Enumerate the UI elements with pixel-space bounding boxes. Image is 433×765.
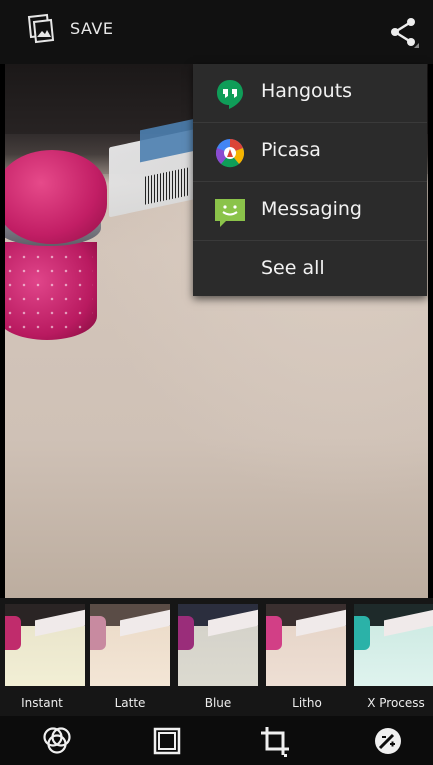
- photo-frame-icon: [27, 13, 55, 44]
- auto-fix-icon: [375, 728, 401, 754]
- border-frame-icon: [153, 727, 181, 755]
- filter-label: X Process: [367, 696, 425, 710]
- messaging-icon: [215, 199, 245, 227]
- menu-item-label: See all: [261, 257, 325, 279]
- filter-thumb-litho[interactable]: [266, 604, 346, 686]
- filters-tool-button[interactable]: [40, 724, 74, 758]
- top-action-bar: SAVE: [0, 0, 433, 64]
- crop-icon: [261, 727, 289, 757]
- filter-thumb-latte[interactable]: [90, 604, 170, 686]
- filter-label: Blue: [204, 696, 232, 710]
- filter-label: Latte: [114, 696, 146, 710]
- border-tool-button[interactable]: [150, 724, 184, 758]
- filter-label: Instant: [21, 696, 63, 710]
- filter-strip: Instant Latte Blue Litho X Process: [0, 598, 433, 716]
- share-menu: Hangouts Picasa Messaging See all: [193, 64, 427, 296]
- filter-thumb-x-process[interactable]: [354, 604, 433, 686]
- tin-pattern: [5, 250, 93, 330]
- menu-item-label: Hangouts: [261, 80, 353, 102]
- picasa-icon: [215, 139, 245, 168]
- filter-thumb-blue[interactable]: [178, 604, 258, 686]
- menu-item-label: Messaging: [261, 198, 362, 220]
- menu-item-label: Picasa: [261, 139, 321, 161]
- share-icon[interactable]: [387, 16, 419, 48]
- photo-pink-tin: [5, 150, 109, 346]
- filter-thumb-instant[interactable]: [5, 604, 85, 686]
- crop-tool-button[interactable]: [258, 724, 292, 758]
- tin-lid: [5, 150, 107, 244]
- auto-fix-tool-button[interactable]: [371, 724, 405, 758]
- menu-item-hangouts[interactable]: Hangouts: [193, 64, 427, 123]
- menu-item-see-all[interactable]: See all: [193, 241, 427, 299]
- filter-label: Litho: [292, 696, 322, 710]
- editor-toolbar: [0, 716, 433, 765]
- save-label: SAVE: [70, 18, 114, 38]
- menu-item-picasa[interactable]: Picasa: [193, 123, 427, 182]
- filters-icon: [43, 727, 71, 754]
- hangouts-icon: [217, 80, 243, 109]
- save-button[interactable]: SAVE: [24, 12, 113, 44]
- menu-item-messaging[interactable]: Messaging: [193, 182, 427, 241]
